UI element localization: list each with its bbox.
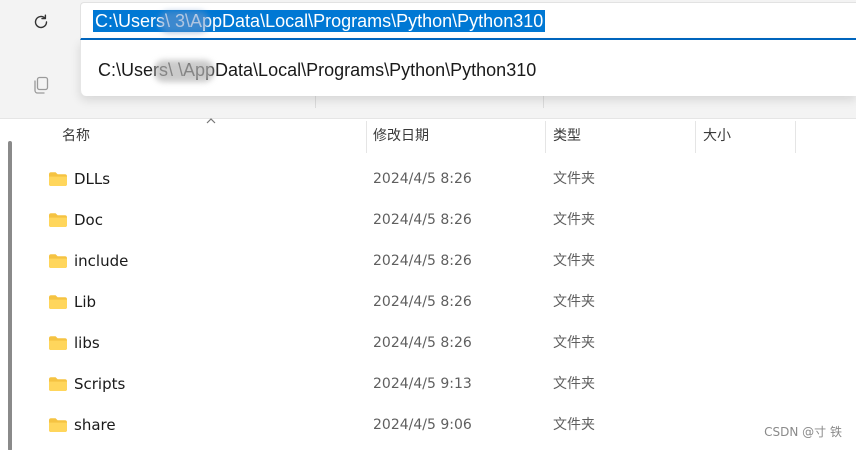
file-modified: 2024/4/5 8:26 [373,253,472,269]
folder-icon [49,336,67,350]
column-divider[interactable] [366,121,367,153]
file-row[interactable]: share 2024/4/5 9:06 文件夹 [22,405,856,446]
file-type: 文件夹 [553,335,595,351]
folder-icon [49,254,67,268]
column-header-size-label: 大小 [703,128,731,144]
file-name: Doc [74,211,103,229]
file-name: share [74,416,116,434]
refresh-button[interactable] [24,6,58,38]
file-type: 文件夹 [553,212,595,228]
folder-icon [49,172,67,186]
column-header-name-label: 名称 [62,128,90,144]
file-name: Scripts [74,375,126,393]
file-modified: 2024/4/5 8:26 [373,294,472,310]
address-suggestion-dropdown: C:\Users\ \AppData\Local\Programs\Python… [80,40,856,96]
toolbar-area: C:\Users\ 3\AppData\Local\Programs\Pytho… [0,0,856,118]
file-row[interactable]: include 2024/4/5 8:26 文件夹 [22,241,856,282]
file-type: 文件夹 [553,253,595,269]
address-bar[interactable]: C:\Users\ 3\AppData\Local\Programs\Pytho… [80,2,856,40]
column-header-type[interactable]: 类型 [553,119,693,153]
column-header-modified-label: 修改日期 [373,128,429,144]
column-header-modified[interactable]: 修改日期 [373,119,543,153]
column-divider[interactable] [795,121,796,153]
file-row[interactable]: Lib 2024/4/5 8:26 文件夹 [22,282,856,323]
file-name: DLLs [74,170,111,188]
column-header-size[interactable]: 大小 [703,119,793,153]
file-name: include [74,252,129,270]
vertical-scrollbar[interactable] [8,141,12,450]
file-type: 文件夹 [553,417,595,433]
file-name: Lib [74,293,97,311]
column-header-row: 名称 修改日期 类型 大小 [22,118,856,153]
file-row[interactable]: Doc 2024/4/5 8:26 文件夹 [22,200,856,241]
watermark-text: CSDN @寸 铁 [764,425,842,439]
suggestion-item[interactable]: C:\Users\ \AppData\Local\Programs\Python… [98,59,536,82]
sort-up-icon [206,118,216,124]
copy-button[interactable] [24,68,58,102]
file-row[interactable]: DLLs 2024/4/5 8:26 文件夹 [22,159,856,200]
folder-icon [49,377,67,391]
file-modified: 2024/4/5 9:13 [373,376,472,392]
file-modified: 2024/4/5 9:06 [373,417,472,433]
file-explorer-window: C:\Users\ 3\AppData\Local\Programs\Pytho… [0,0,856,450]
file-modified: 2024/4/5 8:26 [373,212,472,228]
file-type: 文件夹 [553,376,595,392]
file-modified: 2024/4/5 8:26 [373,335,472,351]
column-header-type-label: 类型 [553,128,581,144]
folder-icon [49,295,67,309]
redaction-blur [159,11,209,33]
file-row[interactable]: libs 2024/4/5 8:26 文件夹 [22,323,856,364]
file-modified: 2024/4/5 8:26 [373,171,472,187]
file-type: 文件夹 [553,171,595,187]
toolbar-separator [543,96,544,108]
column-divider[interactable] [545,121,546,153]
copy-icon [34,76,49,94]
address-input[interactable]: C:\Users\ 3\AppData\Local\Programs\Pytho… [93,10,546,33]
redaction-blur [154,60,214,82]
file-name: libs [74,334,100,352]
folder-icon [49,418,67,432]
file-list: 名称 修改日期 类型 大小 DLLs 2024/4/5 8:26 文件夹 Doc… [0,118,856,450]
file-row[interactable]: Scripts 2024/4/5 9:13 文件夹 [22,364,856,405]
toolbar-separator [315,96,316,108]
file-type: 文件夹 [553,294,595,310]
folder-icon [49,213,67,227]
refresh-icon [34,14,48,29]
column-divider[interactable] [695,121,696,153]
